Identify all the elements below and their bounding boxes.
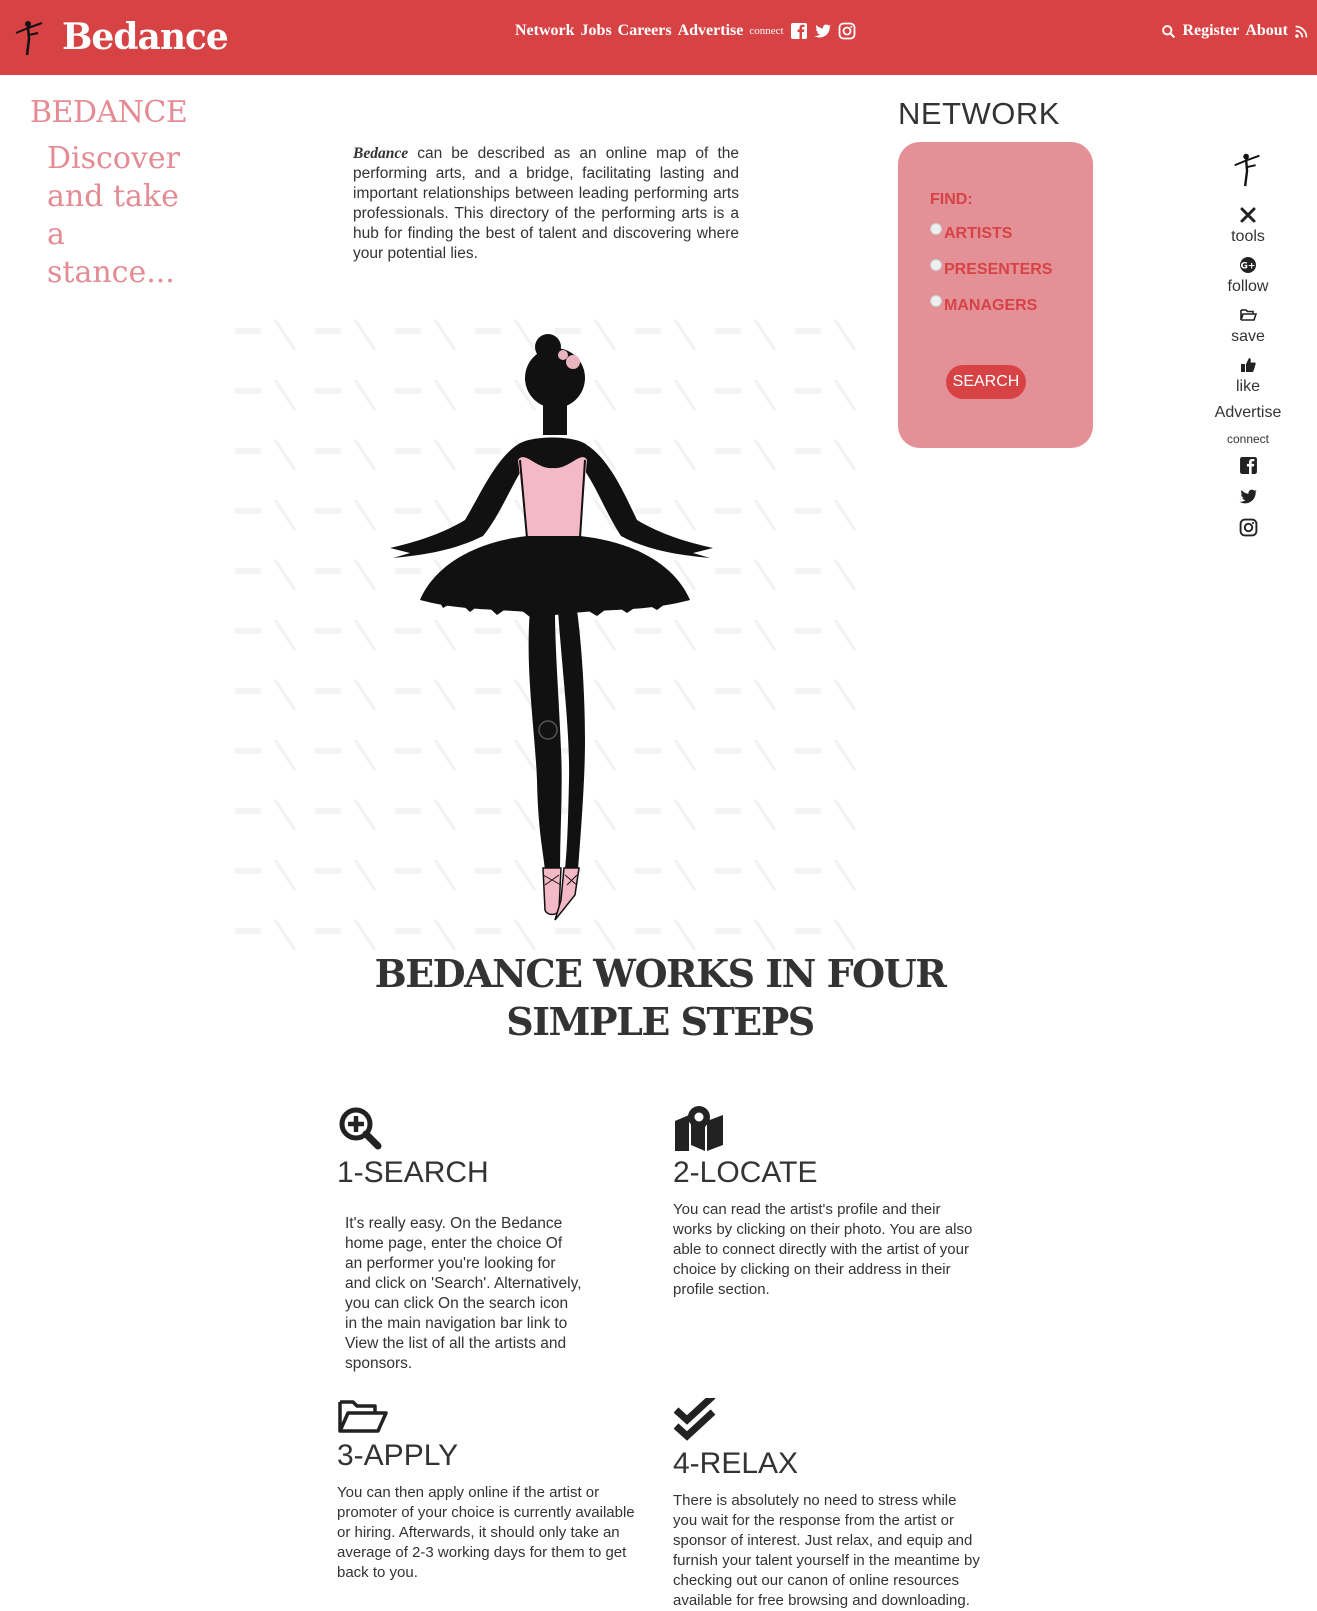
right-rail: tools G+ follow save like Advertise conn… <box>1203 150 1293 537</box>
facebook-icon[interactable] <box>790 22 808 40</box>
double-check-icon <box>673 1393 716 1441</box>
find-panel: FIND: ARTISTS PRESENTERS MANAGERS SEARCH <box>898 142 1093 448</box>
intro-text: can be described as an online map of the… <box>353 145 739 262</box>
rail-advertise[interactable]: Advertise <box>1203 404 1293 422</box>
rail-connect-label: connect <box>1226 432 1270 446</box>
follow-label[interactable]: follow <box>1203 278 1293 296</box>
google-plus-icon[interactable]: G+ <box>1239 256 1257 274</box>
option-presenters[interactable]: PRESENTERS <box>930 259 1053 279</box>
search-plus-icon <box>339 1107 382 1150</box>
rss-icon[interactable] <box>1294 24 1309 39</box>
nav-advertise[interactable]: Advertise <box>678 22 744 40</box>
brand-name[interactable]: Bedance <box>62 16 229 58</box>
step-relax: 4-RELAX There is absolutely no need to s… <box>673 1393 980 1611</box>
artists-radio[interactable] <box>930 223 942 235</box>
step-text: You can then apply online if the artist … <box>337 1484 635 1581</box>
dancer-logo-icon <box>1234 153 1260 187</box>
managers-radio[interactable] <box>930 295 942 307</box>
nav-right: Register About <box>1161 22 1309 40</box>
folder-open-icon <box>338 1400 388 1433</box>
twitter-icon[interactable] <box>814 22 832 40</box>
nav-network[interactable]: Network <box>515 22 575 40</box>
managers-label: MANAGERS <box>944 297 1038 314</box>
instagram-icon[interactable] <box>1239 518 1258 537</box>
top-navbar: Bedance Network Jobs Careers Advertise c… <box>0 0 1317 75</box>
step-text: You can read the artist's profile and th… <box>673 1201 973 1298</box>
ballerina-hero-image <box>225 310 865 955</box>
dancer-logo-icon <box>15 21 43 56</box>
tagline: Discover and take a stance... <box>47 141 180 290</box>
network-title: NETWORK <box>898 96 1060 131</box>
step-locate: 2-LOCATE You can read the artist's profi… <box>673 1105 973 1300</box>
instagram-icon[interactable] <box>838 22 856 40</box>
step-heading: 3-APPLY <box>337 1439 459 1472</box>
folder-open-icon[interactable] <box>1239 306 1257 324</box>
left-column: BEDANCE Discover and take a stance... <box>30 95 197 292</box>
step-heading: 4-RELAX <box>673 1447 799 1480</box>
like-label[interactable]: like <box>1203 378 1293 396</box>
save-label[interactable]: save <box>1203 328 1293 346</box>
nav-register[interactable]: Register <box>1182 22 1239 40</box>
step-text: It's really easy. On the Bedance home pa… <box>345 1215 582 1372</box>
intro-paragraph: Bedance can be described as an online ma… <box>353 144 739 264</box>
main-nav: Network Jobs Careers Advertise connect <box>515 22 856 40</box>
search-icon[interactable] <box>1161 24 1176 39</box>
artists-label: ARTISTS <box>944 225 1013 242</box>
svg-text:G+: G+ <box>1241 262 1256 272</box>
find-label: FIND: <box>930 191 973 208</box>
option-artists[interactable]: ARTISTS <box>930 223 1013 243</box>
thumbs-up-icon[interactable] <box>1239 356 1257 374</box>
brand[interactable]: Bedance <box>14 12 229 62</box>
step-apply: 3-APPLY You can then apply online if the… <box>337 1398 637 1583</box>
presenters-label: PRESENTERS <box>944 261 1053 278</box>
site-title: BEDANCE <box>30 95 188 130</box>
tools-label[interactable]: tools <box>1203 228 1293 246</box>
step-search: 1-SEARCH It's really easy. On the Bedanc… <box>337 1105 637 1374</box>
presenters-radio[interactable] <box>930 259 942 271</box>
nav-about[interactable]: About <box>1245 22 1288 40</box>
nav-careers[interactable]: Careers <box>618 22 672 40</box>
option-managers[interactable]: MANAGERS <box>930 295 1038 315</box>
step-heading: 2-LOCATE <box>673 1156 818 1189</box>
steps-title: BEDANCE WORKS IN FOUR SIMPLE STEPS <box>374 951 947 1044</box>
step-heading: 1-SEARCH <box>337 1156 489 1189</box>
intro-brand: Bedance <box>353 145 409 162</box>
tools-icon[interactable] <box>1239 206 1257 224</box>
step-text: There is absolutely no need to stress wh… <box>673 1492 980 1609</box>
facebook-icon[interactable] <box>1239 456 1258 475</box>
nav-jobs[interactable]: Jobs <box>581 22 612 40</box>
nav-connect-label: connect <box>749 25 784 37</box>
search-button[interactable]: SEARCH <box>946 365 1026 399</box>
twitter-icon[interactable] <box>1239 487 1258 506</box>
map-marker-icon <box>675 1106 723 1151</box>
